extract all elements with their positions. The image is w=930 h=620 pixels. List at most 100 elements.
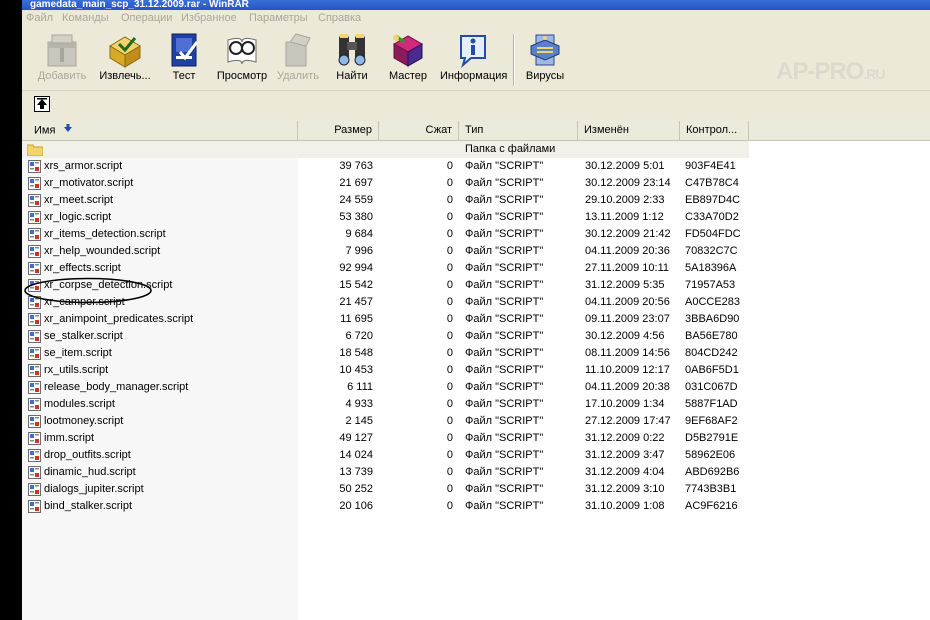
column-packed-header[interactable]: Сжат (379, 121, 459, 140)
file-crc: C33A70D2 (685, 211, 739, 223)
wizard-icon (390, 32, 426, 68)
file-row[interactable]: modules.script 4 933 0 Файл "SCRIPT" 17.10.2… (22, 396, 749, 413)
file-row[interactable]: lootmoney.script 2 145 0 Файл "SCRIPT" 27.12… (22, 413, 749, 430)
file-name: xr_items_detection.script (44, 228, 166, 240)
script-file-icon (28, 483, 41, 496)
file-row[interactable]: xr_logic.script 53 380 0 Файл "SCRIPT" 13.11… (22, 209, 749, 226)
file-modified: 04.11.2009 20:36 (585, 245, 670, 257)
file-name: xr_help_wounded.script (44, 245, 161, 257)
file-size: 18 548 (339, 347, 373, 359)
file-modified: 31.12.2009 3:47 (585, 449, 665, 461)
file-modified: 13.11.2009 1:12 (585, 211, 664, 223)
column-size-header[interactable]: Размер (298, 121, 379, 140)
delete-button[interactable]: Удалить (274, 32, 322, 82)
file-type: Файл "SCRIPT" (465, 313, 544, 325)
script-file-icon (28, 262, 41, 275)
file-size: 92 994 (339, 262, 373, 274)
file-size: 21 697 (339, 177, 373, 189)
file-row[interactable]: xr_meet.script 24 559 0 Файл "SCRIPT" 29.10.… (22, 192, 749, 209)
file-packed-size: 0 (446, 177, 453, 189)
virus-scan-icon (527, 32, 563, 68)
file-modified: 08.11.2009 14:56 (585, 347, 670, 359)
file-packed-size: 0 (446, 347, 453, 359)
file-row[interactable]: se_item.script 18 548 0 Файл "SCRIPT" 08.11.… (22, 345, 749, 362)
file-modified: 09.11.2009 23:07 (585, 313, 670, 325)
file-list[interactable]: Имя Размер Сжат Тип Изменён Контрол... П… (22, 121, 930, 620)
file-row[interactable]: dialogs_jupiter.script 50 252 0 Файл "SCRIP… (22, 481, 749, 498)
add-button[interactable]: Добавить (34, 32, 90, 82)
file-row[interactable]: rx_utils.script 10 453 0 Файл "SCRIPT" 11.10… (22, 362, 749, 379)
file-name: rx_utils.script (44, 364, 109, 376)
script-file-icon (28, 160, 41, 173)
winrar-window: gamedata_main_scp_31.12.2009.rar - WinRA… (22, 0, 930, 620)
file-size: 50 252 (339, 483, 373, 495)
file-type: Файл "SCRIPT" (465, 296, 544, 308)
file-name: drop_outfits.script (44, 449, 131, 461)
file-packed-size: 0 (446, 449, 453, 461)
file-modified: 31.12.2009 4:04 (585, 466, 665, 478)
file-row[interactable]: imm.script 49 127 0 Файл "SCRIPT" 31.12.2009… (22, 430, 749, 447)
file-packed-size: 0 (446, 313, 453, 325)
file-packed-size: 0 (446, 245, 453, 257)
file-crc: AC9F6216 (685, 500, 738, 512)
column-name-header[interactable]: Имя (22, 121, 298, 140)
file-name: xr_animpoint_predicates.script (44, 313, 194, 325)
file-type: Файл "SCRIPT" (465, 330, 544, 342)
menu-commands[interactable]: Команды (62, 12, 109, 24)
file-packed-size: 0 (446, 432, 453, 444)
view-button[interactable]: Просмотр (214, 32, 270, 82)
script-file-icon (28, 347, 41, 360)
file-row[interactable]: xr_camper.script 21 457 0 Файл "SCRIPT" 04.1… (22, 294, 749, 311)
file-packed-size: 0 (446, 262, 453, 274)
file-row[interactable]: xr_items_detection.script 9 684 0 Файл "SCR… (22, 226, 749, 243)
file-row[interactable]: release_body_manager.script 6 111 0 Файл "S… (22, 379, 749, 396)
script-file-icon (28, 245, 41, 258)
column-type-header[interactable]: Тип (459, 121, 578, 140)
file-row[interactable]: xr_motivator.script 21 697 0 Файл "SCRIPT" 3… (22, 175, 749, 192)
file-size: 20 106 (339, 500, 373, 512)
extract-button[interactable]: Извлечь... (94, 32, 156, 82)
wizard-button[interactable]: Мастер (384, 32, 432, 82)
file-packed-size: 0 (446, 296, 453, 308)
menu-operations[interactable]: Операции (121, 12, 172, 24)
title-bar[interactable]: gamedata_main_scp_31.12.2009.rar - WinRA… (22, 0, 930, 10)
find-button[interactable]: Найти (330, 32, 374, 82)
toolbar-separator (513, 34, 515, 86)
column-modified-header[interactable]: Изменён (578, 121, 680, 140)
menu-file[interactable]: Файл (26, 12, 53, 24)
file-modified: 11.10.2009 12:17 (585, 364, 670, 376)
file-row[interactable]: bind_stalker.script 20 106 0 Файл "SCRIPT" 3… (22, 498, 749, 515)
file-type: Файл "SCRIPT" (465, 160, 544, 172)
file-row[interactable]: dinamic_hud.script 13 739 0 Файл "SCRIPT" 31… (22, 464, 749, 481)
menu-help[interactable]: Справка (318, 12, 361, 24)
file-modified: 04.11.2009 20:38 (585, 381, 670, 393)
parent-folder-row[interactable]: Папка с файлами (22, 141, 749, 158)
file-row[interactable]: xr_effects.script 92 994 0 Файл "SCRIPT" 27.… (22, 260, 749, 277)
virus-scan-button[interactable]: Вирусы (522, 32, 568, 82)
test-button[interactable]: Тест (162, 32, 206, 82)
file-crc: EB897D4C (685, 194, 741, 206)
file-packed-size: 0 (446, 483, 453, 495)
file-row[interactable]: se_stalker.script 6 720 0 Файл "SCRIPT" 30.1… (22, 328, 749, 345)
file-size: 39 763 (339, 160, 373, 172)
file-name: xr_motivator.script (44, 177, 134, 189)
file-packed-size: 0 (446, 279, 453, 291)
script-file-icon (28, 500, 41, 513)
menu-favorites[interactable]: Избранное (181, 12, 237, 24)
file-row[interactable]: xr_corpse_detection.script 15 542 0 Файл "S… (22, 277, 749, 294)
file-type: Файл "SCRIPT" (465, 279, 544, 291)
file-packed-size: 0 (446, 194, 453, 206)
script-file-icon (28, 330, 41, 343)
script-file-icon (28, 279, 41, 292)
column-crc-header[interactable]: Контрол... (680, 121, 749, 140)
file-row[interactable]: xr_animpoint_predicates.script 11 695 0 Фай… (22, 311, 749, 328)
up-folder-button[interactable] (34, 96, 50, 112)
file-type: Файл "SCRIPT" (465, 364, 544, 376)
menu-options[interactable]: Параметры (249, 12, 308, 24)
file-crc: 3BBA6D90 (685, 313, 740, 325)
info-button[interactable]: Информация (440, 32, 507, 82)
file-row[interactable]: drop_outfits.script 14 024 0 Файл "SCRIPT" 3… (22, 447, 749, 464)
file-row[interactable]: xrs_armor.script 39 763 0 Файл "SCRIPT" 30.1… (22, 158, 749, 175)
script-file-icon (28, 211, 41, 224)
file-row[interactable]: xr_help_wounded.script 7 996 0 Файл "SCRIPT… (22, 243, 749, 260)
